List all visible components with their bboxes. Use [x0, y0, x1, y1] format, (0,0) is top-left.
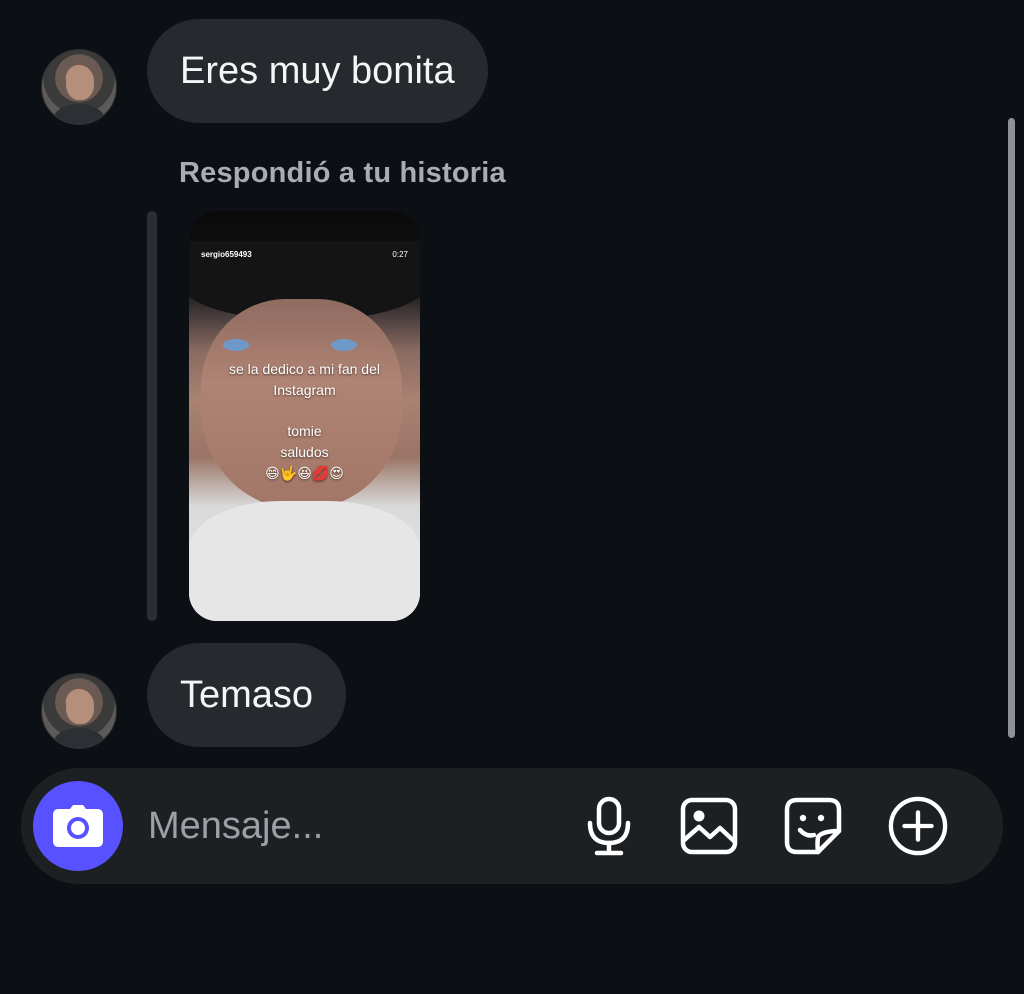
sticker-button[interactable]: [783, 796, 843, 856]
message-bubble[interactable]: Eres muy bonita: [147, 19, 488, 123]
avatar-shirt: [54, 728, 104, 748]
microphone-button[interactable]: [579, 796, 639, 856]
story-duration: 0:27: [392, 250, 408, 259]
sender-avatar[interactable]: [41, 49, 117, 125]
avatar-face: [66, 66, 94, 100]
camera-icon: [53, 805, 103, 847]
story-overlay-line: se la dedico a mi fan del: [229, 361, 380, 377]
message-bubble[interactable]: Temaso: [147, 643, 347, 747]
story-overlay-line: [189, 401, 420, 421]
add-button[interactable]: [888, 796, 948, 856]
gallery-button[interactable]: [679, 796, 739, 856]
avatar-shirt: [54, 104, 104, 124]
gallery-icon: [680, 797, 738, 855]
story-username: sergio659493: [201, 250, 252, 259]
plus-circle-icon: [888, 796, 948, 856]
story-overlay-line: Instagram: [273, 382, 336, 398]
message-text: Temaso: [180, 674, 314, 716]
story-overlay-line: saludos: [280, 444, 329, 460]
story-overlay-line: tomie: [287, 423, 322, 439]
story-reply-label: Respondió a tu historia: [179, 157, 506, 189]
sticker-icon: [784, 797, 842, 855]
camera-button[interactable]: [33, 781, 123, 871]
story-image-shirt: [189, 501, 420, 621]
reply-quote-bar: [147, 211, 157, 621]
story-image-eye: [223, 339, 249, 351]
story-overlay-emojis: 😄🤟😆💋😍: [265, 465, 344, 481]
message-input[interactable]: [148, 796, 548, 856]
sender-avatar[interactable]: [41, 673, 117, 749]
message-text: Eres muy bonita: [180, 50, 455, 92]
scrollbar[interactable]: [1008, 118, 1015, 738]
story-thumbnail[interactable]: sergio659493 0:27 se la dedico a mi fan …: [189, 211, 420, 621]
microphone-icon: [587, 796, 631, 856]
story-overlay-text: se la dedico a mi fan del Instagram tomi…: [189, 359, 420, 484]
story-image-eye: [331, 339, 357, 351]
avatar-face: [66, 690, 94, 724]
